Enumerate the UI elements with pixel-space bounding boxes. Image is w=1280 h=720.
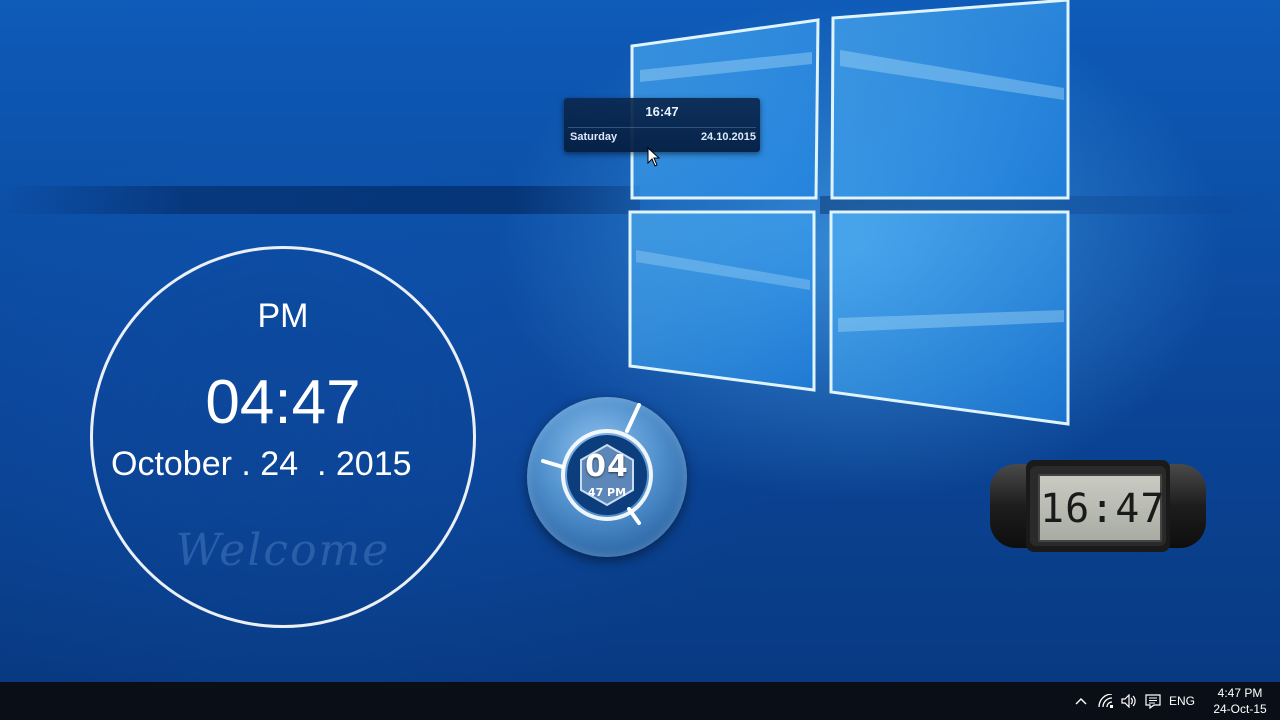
light-beam [0,186,640,214]
tooltip-day: Saturday [570,131,618,143]
taskbar: ENG 4:47 PM 24-Oct-15 [0,682,1280,720]
desktop[interactable]: 16:47 Saturday 24.10.2015 PM 04:47 Octob… [0,0,1280,682]
speaker-icon[interactable] [1119,682,1139,720]
taskbar-clock[interactable]: 4:47 PM 24-Oct-15 [1204,685,1276,717]
tooltip-date: 24.10.2015 [700,131,756,143]
ampm-label: PM [257,297,309,335]
circle-clock-widget[interactable]: PM 04:47 October . 24 . 2015 Welcome [90,246,476,628]
chevron-up-icon[interactable] [1072,682,1090,720]
mouse-cursor-icon [647,147,661,167]
taskbar-time: 4:47 PM [1217,686,1263,700]
wifi-icon[interactable] [1096,682,1116,720]
orb-hour: 04 [585,449,629,484]
tooltip-clock-widget[interactable]: 16:47 Saturday 24.10.2015 [564,98,760,152]
date-display: October . 24 . 2015 [111,445,412,483]
divider [568,127,756,128]
language-indicator[interactable]: ENG [1166,682,1198,720]
welcome-watermark: Welcome [175,525,391,576]
lcd-time: 16:47 [1040,486,1166,532]
lcd-clock-widget[interactable]: 16:47 [986,456,1210,556]
lcd-screen: 16:47 [1038,474,1166,542]
action-center-icon[interactable] [1143,682,1163,720]
orb-minute-ampm: 47 PM [587,486,627,499]
time-display: 04:47 [205,368,361,437]
tooltip-time: 16:47 [645,104,679,119]
windows-logo-wallpaper [628,0,1070,426]
taskbar-date: 24-Oct-15 [1213,702,1267,716]
orb-clock-widget[interactable]: 04 47 PM [527,397,687,557]
